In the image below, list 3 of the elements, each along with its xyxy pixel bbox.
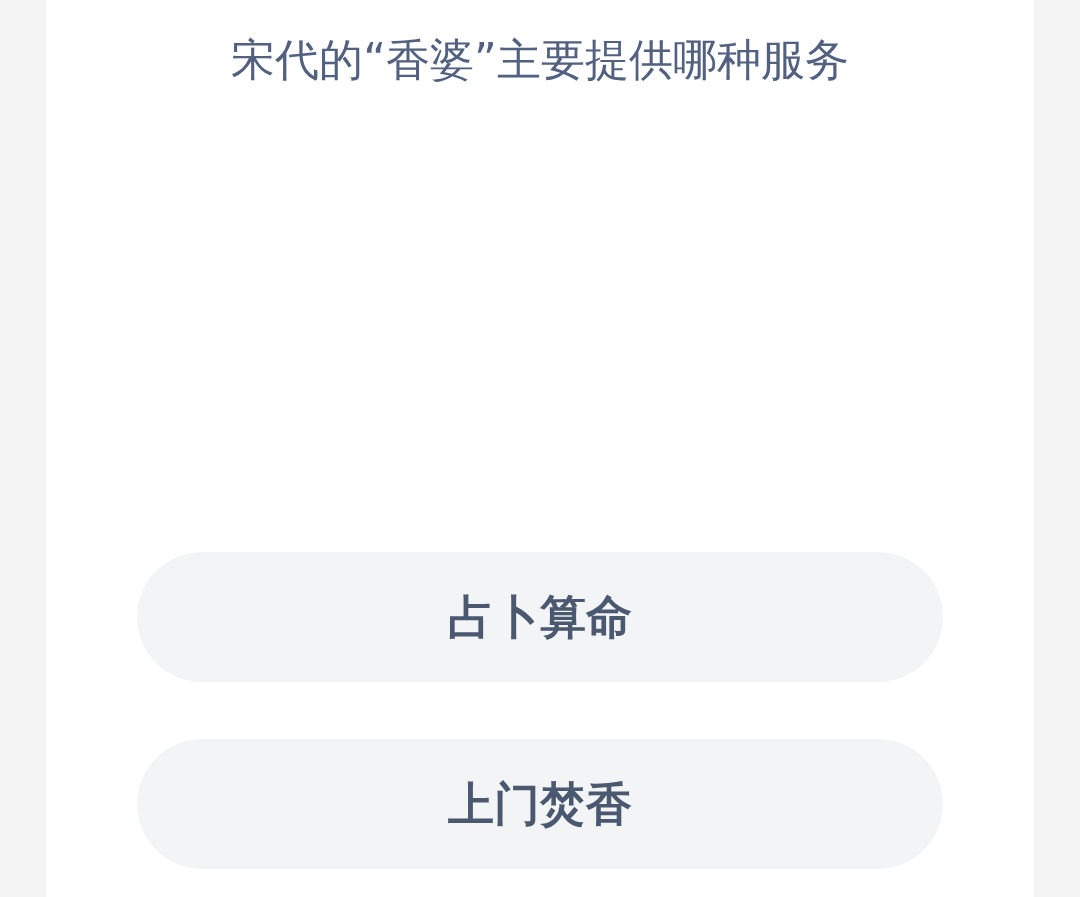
- answer-option[interactable]: 占卜算命: [137, 552, 943, 682]
- question-text: 宋代的“香婆”主要提供哪种服务: [231, 33, 849, 87]
- answer-option[interactable]: 上门焚香: [137, 739, 943, 869]
